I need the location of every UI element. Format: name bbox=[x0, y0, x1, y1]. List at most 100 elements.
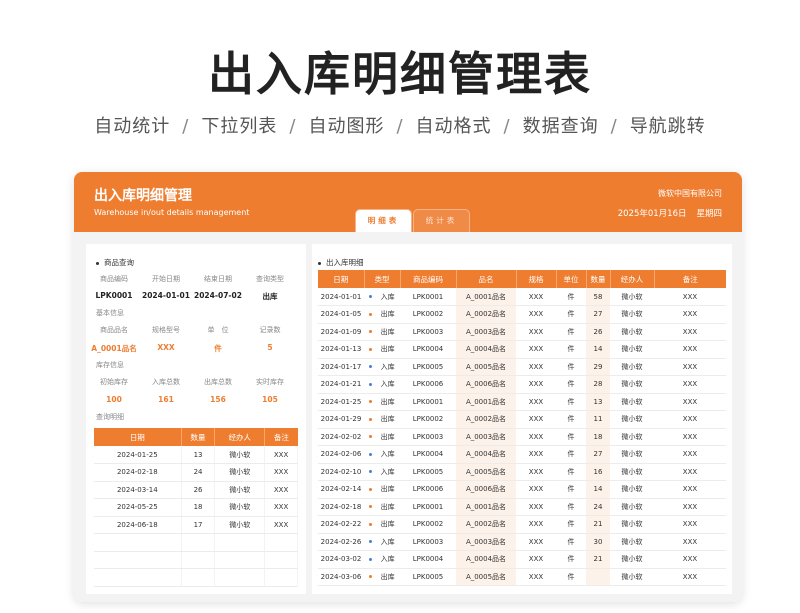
table-cell: A_0004品名 bbox=[456, 550, 516, 569]
date-display: 2025年01月16日 星期四 bbox=[608, 207, 722, 219]
table-cell: 件 bbox=[556, 515, 586, 534]
inbound-dot-icon bbox=[369, 452, 373, 456]
stock-header-cell: 入库总数 bbox=[152, 378, 180, 386]
table-cell: XXX bbox=[654, 550, 726, 569]
tab-detail[interactable]: 明细表 bbox=[355, 209, 412, 232]
table-cell: A_0002品名 bbox=[456, 410, 516, 429]
query-detail-table: 日期 数量 经办人 备注 2024-01-25 13 微小软 XXX 2024-02-18 24… bbox=[94, 428, 298, 587]
table-cell: A_0002品名 bbox=[456, 305, 516, 324]
table-row: 2024-03-06 出库 LPK0005 A_0005品名 XXX 件微小软 XXX bbox=[318, 568, 726, 586]
query-header-cell: 查询类型 bbox=[256, 275, 284, 283]
table-cell: XXX bbox=[654, 533, 726, 551]
table-cell bbox=[94, 568, 182, 587]
table-row: 2024-05-25 18 微小软 XXX bbox=[94, 498, 298, 517]
table-cell: 58 bbox=[586, 288, 610, 306]
query-header-cell: 商品编码 bbox=[100, 275, 128, 283]
table-cell bbox=[586, 568, 610, 586]
table-cell: LPK0003 bbox=[400, 533, 456, 551]
table-cell: A_0001品名 bbox=[456, 393, 516, 411]
table-cell bbox=[181, 551, 216, 569]
feature-separator: / bbox=[289, 116, 297, 137]
table-cell: 2024-01-09 bbox=[318, 323, 364, 341]
hero-title: 出入库明细管理表 bbox=[208, 47, 592, 101]
table-cell: XXX bbox=[654, 393, 726, 411]
table-cell: A_0002品名 bbox=[456, 515, 516, 534]
table-cell bbox=[214, 551, 266, 569]
table-row bbox=[94, 551, 298, 569]
table-cell: 出库 bbox=[364, 410, 400, 429]
query-value-cell[interactable]: 2024-07-02 bbox=[192, 291, 244, 302]
feature-item: 数据查询 bbox=[522, 116, 599, 137]
table-cell: 2024-01-25 bbox=[318, 393, 364, 411]
table-cell: 入库 bbox=[364, 550, 400, 569]
table-cell: XXX bbox=[654, 358, 726, 376]
feature-separator: / bbox=[182, 116, 190, 137]
basic-headers: 商品品名 规格型号 单 位 记录数 bbox=[88, 325, 296, 335]
table-cell: 2024-01-05 bbox=[318, 305, 364, 324]
table-cell: A_0005品名 bbox=[456, 568, 516, 586]
basic-value-cell: 5 bbox=[267, 343, 273, 352]
inbound-dot-icon bbox=[369, 540, 373, 544]
table-cell: 2024-01-21 bbox=[318, 375, 364, 394]
column-header: 类型 bbox=[364, 270, 401, 288]
table-cell: A_0005品名 bbox=[456, 463, 516, 481]
table-row: 2024-01-21 入库 LPK0006 A_0006品名 XXX 件 28 微小软 XXX bbox=[318, 375, 726, 394]
query-value-cell[interactable]: 出库 bbox=[244, 291, 296, 302]
table-cell: 件 bbox=[556, 568, 586, 586]
table-cell: LPK0005 bbox=[400, 568, 456, 586]
outbound-dot-icon bbox=[369, 312, 373, 316]
stock-value-cell: 161 bbox=[158, 395, 174, 404]
table-cell: 2024-02-14 bbox=[318, 480, 364, 499]
table-cell: 27 bbox=[586, 305, 610, 324]
table-cell: 16 bbox=[586, 463, 610, 481]
table-cell: 微小软 bbox=[214, 516, 266, 534]
query-value-cell[interactable]: LPK0001 bbox=[88, 291, 140, 302]
table-cell: 微小软 bbox=[610, 288, 654, 306]
table-cell: 2024-02-02 bbox=[318, 428, 364, 446]
table-row: 2024-02-14 出库 LPK0006 A_0006品名 XXX 件 14 微小软 XXX bbox=[318, 480, 726, 499]
query-value-cell[interactable]: 2024-01-01 bbox=[140, 291, 192, 302]
table-cell: 件 bbox=[556, 375, 586, 394]
app-subtitle: Warehouse in/out details management bbox=[94, 208, 250, 217]
query-section-title: 商品查询 bbox=[96, 257, 134, 268]
table-cell: XXX bbox=[516, 480, 556, 499]
table-cell: 件 bbox=[556, 428, 586, 446]
feature-item: 导航跳转 bbox=[629, 116, 706, 137]
table-cell: XXX bbox=[654, 515, 726, 534]
table-cell: 2024-02-18 bbox=[318, 498, 364, 516]
inbound-dot-icon bbox=[369, 295, 373, 298]
table-cell bbox=[264, 568, 298, 587]
table-cell: LPK0005 bbox=[400, 463, 456, 481]
stock-header-cell: 初始库存 bbox=[100, 378, 128, 386]
outbound-dot-icon bbox=[369, 435, 373, 439]
feature-list: 自动统计 / 下拉列表 / 自动图形 / 自动格式 / 数据查询 / 导航跳转 bbox=[0, 112, 800, 138]
table-cell: 18 bbox=[181, 498, 216, 517]
table-cell: XXX bbox=[654, 340, 726, 359]
table-cell: 微小软 bbox=[610, 340, 654, 359]
table-cell: 微小软 bbox=[610, 375, 654, 394]
table-cell: XXX bbox=[654, 480, 726, 499]
table-row: 2024-01-01 入库 LPK0001 A_0001品名 XXX 件 58 微小软 XXX bbox=[318, 288, 726, 306]
table-cell: 微小软 bbox=[610, 498, 654, 516]
table-cell: XXX bbox=[516, 568, 556, 586]
table-cell: A_0006品名 bbox=[456, 480, 516, 499]
query-values[interactable]: LPK0001 2024-01-01 2024-07-02 出库 bbox=[88, 291, 296, 302]
table-cell: 13 bbox=[181, 446, 216, 464]
column-header: 日期 bbox=[94, 428, 182, 446]
table-cell: XXX bbox=[516, 445, 556, 464]
table-row bbox=[94, 533, 298, 552]
table-cell: 件 bbox=[556, 533, 586, 551]
table-cell: 26 bbox=[181, 481, 216, 499]
feature-separator: / bbox=[610, 116, 618, 137]
table-cell: 入库 bbox=[364, 463, 400, 481]
table-row: 2024-01-25 13 微小软 XXX bbox=[94, 446, 298, 464]
query-header-cell: 结束日期 bbox=[204, 275, 232, 283]
table-cell: 微小软 bbox=[610, 568, 654, 586]
stock-value-cell: 100 bbox=[106, 395, 122, 404]
feature-separator: / bbox=[396, 116, 404, 137]
table-cell: 件 bbox=[556, 463, 586, 481]
table-cell: XXX bbox=[516, 305, 556, 324]
stock-header-cell: 实时库存 bbox=[256, 378, 284, 386]
tab-statistics[interactable]: 统计表 bbox=[413, 209, 470, 232]
table-cell: 17 bbox=[181, 516, 216, 534]
